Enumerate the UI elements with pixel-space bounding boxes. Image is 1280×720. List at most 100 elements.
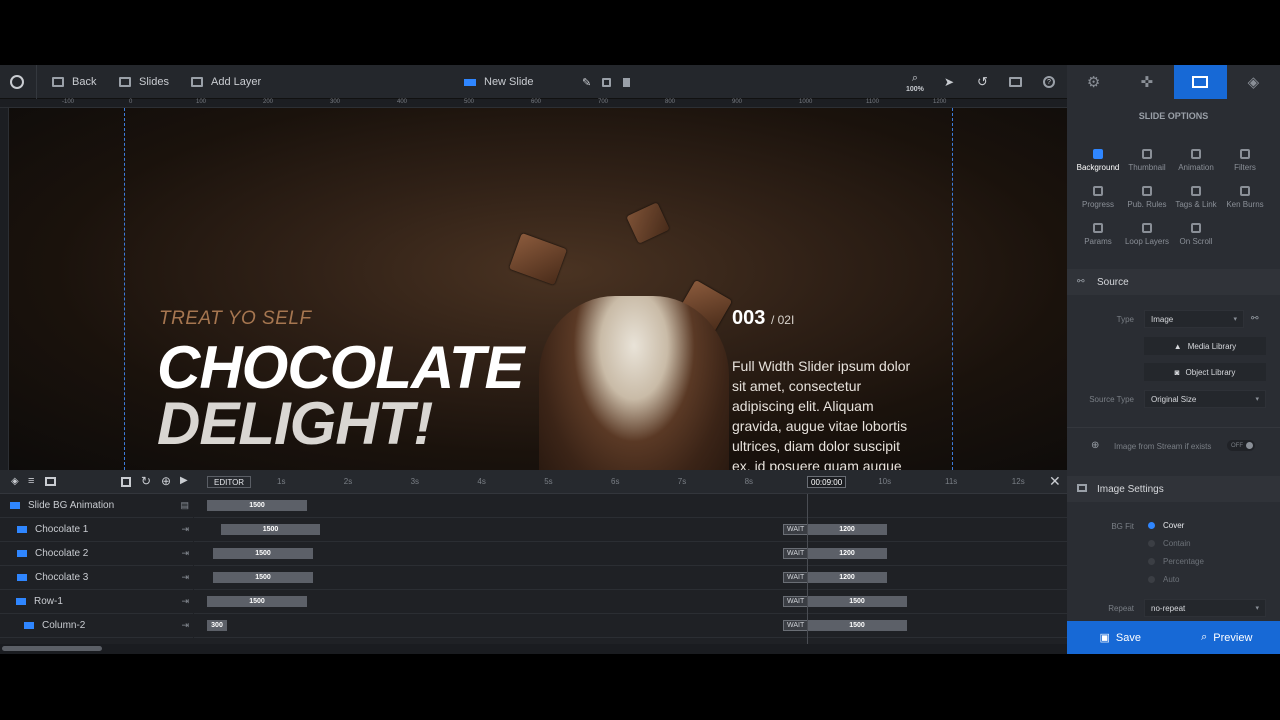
option-label: Params xyxy=(1084,237,1112,246)
slide-subtitle[interactable]: TREAT YO SELF xyxy=(159,308,312,330)
option-tags-link[interactable]: Tags & Link xyxy=(1171,186,1221,209)
slide-number[interactable]: 003 / 02I xyxy=(732,307,794,330)
object-library-button[interactable]: ◙ Object Library xyxy=(1144,363,1266,381)
slide-canvas[interactable]: TREAT YO SELF CHOCOLATE DELIGHT! 003 / 0… xyxy=(9,108,1067,470)
bg-fit-option[interactable]: Cover xyxy=(1148,521,1184,530)
timeline-row-label[interactable]: Column-2 ⇥ xyxy=(0,614,193,638)
close-timeline-icon[interactable]: ✕ xyxy=(1049,473,1061,490)
grid-icon[interactable] xyxy=(121,477,131,487)
save-label: Save xyxy=(1115,631,1141,644)
animation-out-bar[interactable]: 1200 xyxy=(807,524,887,535)
wait-marker[interactable]: WAIT xyxy=(783,524,809,535)
timeline-scrollbar[interactable] xyxy=(2,646,102,651)
animation-in-bar[interactable]: 1500 xyxy=(221,524,320,535)
media-library-label: Media Library xyxy=(1187,341,1237,351)
save-button[interactable]: ▣ Save xyxy=(1067,621,1174,654)
animation-out-bar[interactable]: 1200 xyxy=(807,572,887,583)
repeat-select[interactable]: no-repeat ▾ xyxy=(1144,599,1266,617)
align-end-icon[interactable]: ⇥ xyxy=(181,572,189,583)
link-toggle-icon[interactable]: ⚯ xyxy=(1251,313,1259,324)
timeline-row-label[interactable]: Chocolate 3 ⇥ xyxy=(0,566,193,590)
align-end-icon[interactable]: ⇥ xyxy=(181,620,189,631)
bg-fit-option[interactable]: Percentage xyxy=(1148,557,1204,566)
option-loop-layers[interactable]: Loop Layers xyxy=(1122,223,1172,246)
undo-button[interactable]: ↺ xyxy=(977,65,988,99)
wait-marker[interactable]: WAIT xyxy=(783,548,809,559)
align-end-icon[interactable]: ⇥ xyxy=(181,548,189,559)
type-select[interactable]: Image ▾ xyxy=(1144,310,1244,328)
option-thumbnail[interactable]: Thumbnail xyxy=(1122,149,1172,172)
slide-name-field[interactable]: New Slide xyxy=(464,65,534,99)
timeline-second-label: 10s xyxy=(878,477,892,486)
animation-in-bar[interactable]: 300 xyxy=(207,620,227,631)
tab-slide-options[interactable] xyxy=(1173,65,1227,99)
option-params[interactable]: Params xyxy=(1073,223,1123,246)
horizontal-ruler: -100 0 100 200 300 400 500 600 700 800 900 1000 1100… xyxy=(0,99,1067,108)
folder-icon[interactable] xyxy=(45,477,56,486)
device-button[interactable] xyxy=(1009,65,1022,99)
option-label: Pub. Rules xyxy=(1127,200,1167,209)
option-ken-burns[interactable]: Ken Burns xyxy=(1220,186,1270,209)
option-filters[interactable]: Filters xyxy=(1220,149,1270,172)
slide-title-line2[interactable]: DELIGHT! xyxy=(157,394,433,454)
media-library-button[interactable]: ▲ Media Library xyxy=(1144,337,1266,355)
bg-fit-option[interactable]: Contain xyxy=(1148,539,1191,548)
preview-button[interactable]: ⌕ Preview xyxy=(1174,621,1280,654)
option-on-scroll[interactable]: On Scroll xyxy=(1171,223,1221,246)
animation-out-bar[interactable]: 1500 xyxy=(807,620,907,631)
wait-marker[interactable]: WAIT xyxy=(783,596,809,607)
wait-marker[interactable]: WAIT xyxy=(783,620,809,631)
align-end-icon[interactable]: ⇥ xyxy=(181,524,189,535)
animation-out-bar[interactable]: 1500 xyxy=(807,596,907,607)
loop-icon[interactable]: ↻ xyxy=(141,474,151,488)
animation-in-bar[interactable]: 1500 xyxy=(213,572,313,583)
source-section-header[interactable]: ⚯ Source xyxy=(1067,269,1280,295)
menu-icon[interactable]: ≡ xyxy=(28,475,34,487)
animation-out-bar[interactable]: 1200 xyxy=(807,548,887,559)
option-pub-rules[interactable]: Pub. Rules xyxy=(1122,186,1172,209)
source-type-select[interactable]: Original Size ▾ xyxy=(1144,390,1266,408)
globe-icon[interactable]: ⊕ xyxy=(161,474,171,488)
image-settings-header[interactable]: Image Settings xyxy=(1067,476,1280,502)
current-time-marker[interactable]: 00:09:00 xyxy=(807,476,847,488)
slide-body-text[interactable]: Full Width Slider ipsum dolor sit amet, … xyxy=(732,356,922,470)
save-preview-bar: ▣ Save ⌕ Preview xyxy=(1067,621,1280,654)
stream-toggle[interactable]: OFF xyxy=(1227,440,1255,451)
ruler-tick-label: 0 xyxy=(129,99,133,105)
animation-in-bar[interactable]: 1500 xyxy=(213,548,313,559)
tab-layers[interactable]: ◈ xyxy=(1227,65,1280,99)
settings-icon[interactable]: ▤ xyxy=(180,500,189,511)
help-button[interactable]: ? xyxy=(1043,65,1055,99)
align-end-icon[interactable]: ⇥ xyxy=(181,596,189,607)
tab-addons[interactable]: ✜ xyxy=(1120,65,1173,99)
timeline-row-track: 1500 xyxy=(194,494,1067,518)
duplicate-button[interactable] xyxy=(602,65,611,99)
container-layer-icon xyxy=(24,622,34,629)
option-animation[interactable]: Animation xyxy=(1171,149,1221,172)
chocolate-piece-2[interactable] xyxy=(626,202,670,244)
bg-fit-option[interactable]: Auto xyxy=(1148,575,1179,584)
editor-label[interactable]: EDITOR xyxy=(207,476,252,488)
timeline-row-label[interactable]: Chocolate 2 ⇥ xyxy=(0,542,193,566)
layers-toggle-icon[interactable]: ◈ xyxy=(11,476,19,487)
tab-settings[interactable]: ⚙ xyxy=(1067,65,1120,99)
back-button[interactable]: Back xyxy=(52,65,96,99)
slide-title-line1[interactable]: CHOCOLATE xyxy=(157,338,525,398)
delete-button[interactable] xyxy=(623,65,630,99)
animation-in-bar[interactable]: 1500 xyxy=(207,596,307,607)
animation-in-bar[interactable]: 1500 xyxy=(207,500,307,511)
option-background[interactable]: Background xyxy=(1073,149,1123,172)
play-icon[interactable]: ▶ xyxy=(180,475,188,486)
timeline-row-label[interactable]: Slide BG Animation ▤ xyxy=(0,494,193,518)
slides-button[interactable]: Slides xyxy=(119,65,169,99)
cursor-button[interactable]: ➤ xyxy=(944,65,954,99)
chocolate-piece-1[interactable] xyxy=(508,232,568,286)
timeline-row-label[interactable]: Row-1 ⇥ xyxy=(0,590,193,614)
add-layer-button[interactable]: Add Layer xyxy=(191,65,261,99)
zoom-button[interactable]: ⌕ 100% xyxy=(906,65,924,99)
wordpress-logo[interactable] xyxy=(10,65,24,99)
option-progress[interactable]: Progress xyxy=(1073,186,1123,209)
rename-button[interactable]: ✎ xyxy=(582,65,591,99)
timeline-row-label[interactable]: Chocolate 1 ⇥ xyxy=(0,518,193,542)
wait-marker[interactable]: WAIT xyxy=(783,572,809,583)
